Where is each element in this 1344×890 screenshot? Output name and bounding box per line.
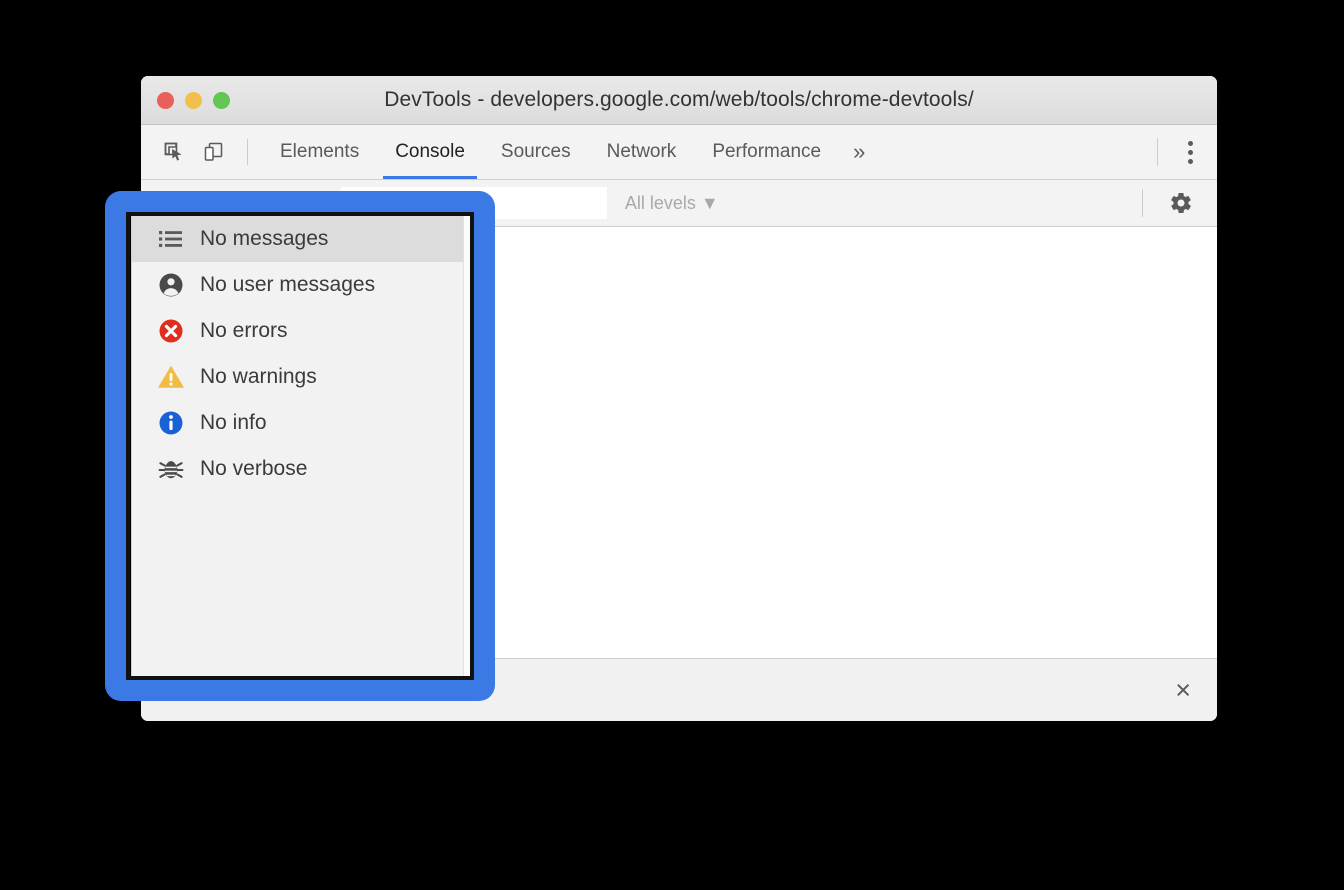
- menu-item-label: No messages: [200, 227, 329, 250]
- close-window-button[interactable]: [157, 91, 174, 109]
- window-titlebar: DevTools - developers.google.com/web/too…: [141, 76, 1217, 125]
- bug-icon: [154, 456, 188, 482]
- toolbar-right-divider: [1142, 189, 1143, 217]
- tab-network[interactable]: Network: [589, 125, 695, 179]
- menu-item-no-warnings[interactable]: No warnings: [132, 354, 474, 400]
- info-icon: [154, 410, 188, 436]
- tabbar-right-divider: [1157, 138, 1158, 166]
- panel-tabs: Elements Console Sources Network Perform…: [262, 125, 879, 179]
- tab-elements[interactable]: Elements: [262, 125, 377, 179]
- log-levels-dropdown[interactable]: All levels ▼: [625, 193, 719, 214]
- screenshot-root: DevTools - developers.google.com/web/too…: [0, 0, 1344, 890]
- menu-item-no-verbose[interactable]: No verbose: [132, 446, 474, 492]
- menu-item-label: No warnings: [200, 365, 317, 388]
- traffic-light-group: [141, 91, 230, 109]
- close-icon[interactable]: ×: [1175, 676, 1191, 704]
- minimize-window-button[interactable]: [185, 91, 202, 109]
- menu-item-no-errors[interactable]: No errors: [132, 308, 474, 354]
- warning-icon: [154, 364, 188, 390]
- tabbar-right-group: [1157, 135, 1217, 170]
- message-count-flyout-menu: No messages No user messages No errors N…: [131, 211, 475, 677]
- menu-item-no-messages[interactable]: No messages: [132, 216, 474, 262]
- tab-console[interactable]: Console: [377, 125, 483, 179]
- context-dropdown-caret[interactable]: ▼: [231, 195, 261, 211]
- device-toolbar-icon[interactable]: [197, 135, 231, 169]
- gear-icon[interactable]: [1165, 187, 1197, 219]
- flyout-scrollbar[interactable]: [463, 212, 474, 676]
- menu-item-label: No info: [200, 411, 267, 434]
- kebab-menu-icon[interactable]: [1180, 135, 1201, 170]
- tabbar-divider: [247, 139, 248, 165]
- person-icon: [154, 272, 188, 298]
- menu-item-label: No verbose: [200, 457, 308, 480]
- list-icon: [154, 229, 188, 249]
- devtools-tabbar: Elements Console Sources Network Perform…: [141, 125, 1217, 180]
- menu-item-no-info[interactable]: No info: [132, 400, 474, 446]
- window-title: DevTools - developers.google.com/web/too…: [384, 88, 974, 111]
- inspect-element-icon[interactable]: [157, 135, 191, 169]
- tab-sources[interactable]: Sources: [483, 125, 589, 179]
- menu-item-no-user-messages[interactable]: No user messages: [132, 262, 474, 308]
- flyout-menu-list: No messages No user messages No errors N…: [132, 212, 474, 492]
- maximize-window-button[interactable]: [213, 91, 230, 109]
- error-icon: [154, 318, 188, 344]
- console-toolbar-right: [1142, 187, 1217, 219]
- more-tabs-button[interactable]: »: [839, 125, 879, 179]
- tab-performance[interactable]: Performance: [694, 125, 839, 179]
- menu-item-label: No user messages: [200, 273, 376, 296]
- menu-item-label: No errors: [200, 319, 288, 342]
